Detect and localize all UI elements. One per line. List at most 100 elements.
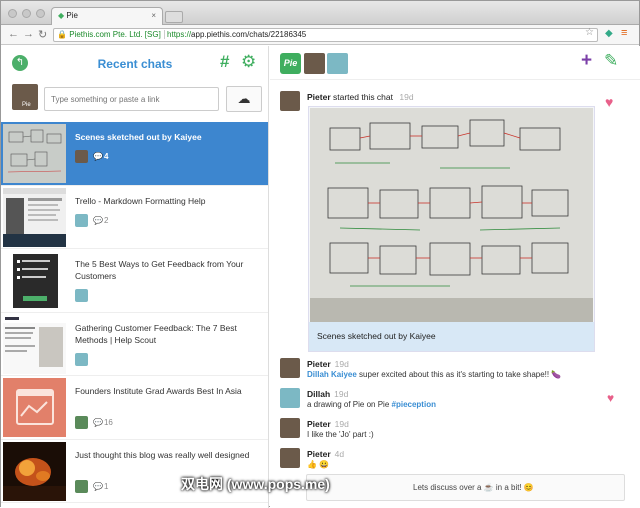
message-time: 19d xyxy=(334,389,349,399)
pencil-icon[interactable]: ✎ xyxy=(604,51,618,71)
tab-pie-icon: ◆ xyxy=(58,11,65,20)
compose-area: Pie ☁ xyxy=(1,80,268,122)
chat-title: Scenes sketched out by Kaiyee xyxy=(75,132,202,142)
zoom-window-button[interactable] xyxy=(36,9,45,18)
hashtag-link[interactable]: #pieception xyxy=(392,400,436,409)
url-text: app.piethis.com/chats/22186345 xyxy=(191,30,307,39)
chat-list-item[interactable]: Trello - Markdown Formatting Help 💬2 xyxy=(1,186,268,249)
avatar xyxy=(75,213,88,227)
draft-text: Lets discuss over a ☕ in a bit! 😊 xyxy=(413,483,534,492)
message-time: 19d xyxy=(334,419,349,429)
message-time: 19d xyxy=(334,359,349,369)
extension-icon[interactable]: ◆ xyxy=(605,28,613,39)
avatar xyxy=(75,479,88,493)
chat-thumbnail xyxy=(3,124,66,183)
tab-title: Pie xyxy=(66,11,78,20)
browser-window: ◆ Pie × ← → ↻ 🔒 Piethis.com Pte. Ltd. [S… xyxy=(0,0,640,508)
hashtag-icon[interactable]: # xyxy=(220,52,229,72)
browser-toolbar: ← → ↻ 🔒 Piethis.com Pte. Ltd. [SG] https… xyxy=(1,25,639,45)
ev-certificate-label[interactable]: Piethis.com Pte. Ltd. [SG] xyxy=(69,30,165,39)
chat-pane: Pie + ✎ Pieter started this chat 19d ♥ S… xyxy=(270,46,640,508)
avatar xyxy=(280,448,300,468)
avatar: Pie xyxy=(12,84,38,110)
avatar xyxy=(280,418,300,438)
bookmark-star-icon[interactable]: ☆ xyxy=(585,27,594,38)
chat-meta xyxy=(75,352,260,367)
message-text: 👍 😀 xyxy=(307,460,330,469)
comment-bubble-icon: 💬 xyxy=(93,481,103,491)
back-arrow-icon[interactable]: ← xyxy=(8,28,19,40)
message-author: Pieter xyxy=(307,449,331,459)
chat-list-item[interactable]: Founders Institute Grad Awards Best In A… xyxy=(1,376,268,440)
message-author: Pieter xyxy=(307,359,331,369)
recent-chats-pane: ↰ Recent chats # ⚙ Pie ☁ Scenes sketched… xyxy=(1,46,269,508)
whiteboard-photo xyxy=(310,108,593,322)
image-caption: Scenes sketched out by Kaiyee xyxy=(309,322,594,351)
browser-menu-icon[interactable]: ≡ xyxy=(621,27,627,39)
chat-meta xyxy=(75,289,260,303)
message-body: Dillah Kaiyee super excited about this a… xyxy=(307,370,561,379)
user-mention-link[interactable]: Dillah Kaiyee xyxy=(307,370,357,379)
chat-thumbnail xyxy=(3,187,66,247)
message-header: Pieter started this chat 19d xyxy=(307,92,414,102)
comment-count: 1 xyxy=(103,481,109,491)
chat-thumbnail xyxy=(3,251,66,310)
message-input[interactable]: Lets discuss over a ☕ in a bit! 😊 xyxy=(306,474,625,501)
comment-count: 2 xyxy=(103,215,109,225)
message-text: a drawing of Pie on Pie xyxy=(307,400,390,409)
chat-title: The 5 Best Ways to Get Feedback from You… xyxy=(75,259,244,281)
new-tab-button[interactable] xyxy=(165,11,183,23)
gear-icon[interactable]: ⚙ xyxy=(241,52,256,72)
chat-list-item[interactable]: The 5 Best Ways to Get Feedback from You… xyxy=(1,249,268,313)
message-body: a drawing of Pie on Pie #pieception xyxy=(307,400,436,409)
image-card[interactable]: Scenes sketched out by Kaiyee xyxy=(308,106,595,352)
lock-icon: 🔒 xyxy=(57,30,67,39)
pie-logo: Pie xyxy=(280,53,301,74)
browser-tab[interactable]: ◆ Pie × xyxy=(51,7,163,25)
message-text: started this chat xyxy=(333,92,394,102)
title-bar: ◆ Pie × xyxy=(1,1,639,25)
message-text: I like the 'Jo' part :) xyxy=(307,430,374,439)
recent-chats-header: ↰ Recent chats # ⚙ xyxy=(1,46,268,80)
comment-count: 4 xyxy=(103,152,109,161)
comment-count: 16 xyxy=(103,418,113,427)
chat-list-item[interactable]: Gathering Customer Feedback: The 7 Best … xyxy=(1,313,268,376)
chat-thumbnail xyxy=(3,378,66,437)
upload-cloud-button[interactable]: ☁ xyxy=(226,86,262,112)
avatar xyxy=(75,150,88,163)
comment-bubble-icon: 💬 xyxy=(93,215,103,225)
chat-list-item[interactable]: Scenes sketched out by Kaiyee 💬4 xyxy=(1,122,268,186)
message-author: Pieter xyxy=(307,419,331,429)
message-text: super excited about this as it's startin… xyxy=(359,370,562,379)
chat-title: Just thought this blog was really well d… xyxy=(75,449,250,460)
message-time: 19d xyxy=(399,92,414,102)
message-author: Pieter xyxy=(307,92,331,102)
close-window-button[interactable] xyxy=(8,9,17,18)
comment-bubble-icon: 💬 xyxy=(93,418,103,427)
message-header: Dillah 19d xyxy=(307,389,348,399)
minimize-window-button[interactable] xyxy=(22,9,31,18)
chat-meta: 💬2 xyxy=(75,213,260,228)
compose-input[interactable] xyxy=(44,87,219,111)
participant-avatar[interactable] xyxy=(327,53,348,74)
chat-title: Trello - Markdown Formatting Help xyxy=(75,195,206,206)
add-plus-icon[interactable]: + xyxy=(581,50,592,72)
message-header: Pieter 19d xyxy=(307,419,349,429)
heart-icon[interactable]: ♥ xyxy=(605,94,613,110)
avatar xyxy=(75,289,88,302)
message-header: Pieter 19d xyxy=(307,359,349,369)
forward-arrow-icon[interactable]: → xyxy=(23,28,34,40)
avatar xyxy=(75,416,88,429)
chat-meta: 💬16 xyxy=(75,416,260,430)
chat-header: Pie + ✎ xyxy=(270,46,640,80)
participant-avatar[interactable] xyxy=(304,53,325,74)
reload-icon[interactable]: ↻ xyxy=(38,28,47,41)
heart-icon[interactable]: ♥ xyxy=(607,391,614,405)
chat-title: Founders Institute Grad Awards Best In A… xyxy=(75,386,242,396)
message-time: 4d xyxy=(334,449,345,459)
avatar xyxy=(75,352,88,366)
address-bar[interactable]: 🔒 Piethis.com Pte. Ltd. [SG] https://app… xyxy=(53,28,598,42)
chat-thumbnail xyxy=(3,441,66,501)
avatar xyxy=(280,358,300,378)
tab-close-icon[interactable]: × xyxy=(151,11,156,20)
